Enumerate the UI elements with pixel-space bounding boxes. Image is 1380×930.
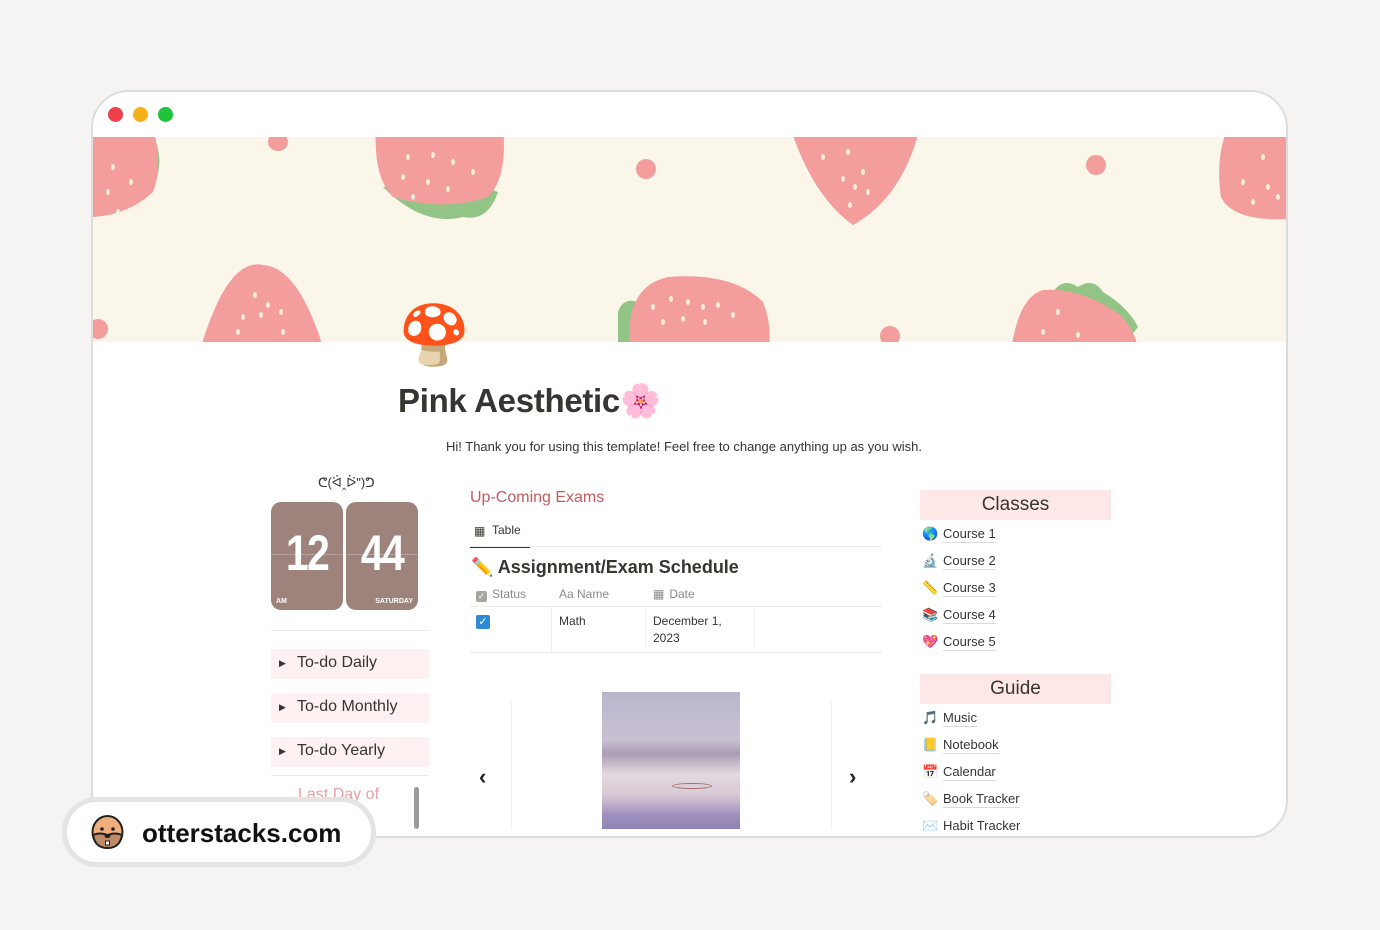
notebook-icon: 📒 bbox=[922, 737, 939, 752]
clock-minute: 44 bbox=[360, 525, 405, 581]
watermark-text: otterstacks.com bbox=[142, 818, 342, 848]
toggle-label: To-do Daily bbox=[297, 654, 378, 671]
tab-label: Table bbox=[492, 523, 521, 537]
toggle-label: To-do Yearly bbox=[297, 742, 386, 759]
column-divider bbox=[645, 606, 646, 652]
column-divider bbox=[754, 606, 755, 652]
toggle-label: To-do Monthly bbox=[297, 698, 398, 715]
title-bar bbox=[93, 92, 1286, 137]
globe-icon: 🌎 bbox=[922, 526, 939, 541]
classes-heading: Classes bbox=[920, 490, 1111, 520]
ruler-icon: 📏 bbox=[922, 580, 939, 595]
link-calendar[interactable]: 📅 Calendar bbox=[922, 764, 996, 781]
calendar-icon: ▦ bbox=[653, 587, 665, 601]
gallery-image-clouds[interactable] bbox=[602, 692, 740, 829]
minimize-window-button[interactable] bbox=[133, 107, 148, 122]
cover-image bbox=[93, 137, 1286, 342]
zoom-window-button[interactable] bbox=[158, 107, 173, 122]
strawberry-pattern bbox=[93, 137, 1286, 342]
kaomoji: ᕦ(ᐛ‸ᐖ")ᕤ bbox=[318, 475, 375, 490]
close-window-button[interactable] bbox=[108, 107, 123, 122]
books-icon: 📚 bbox=[922, 607, 939, 622]
link-music[interactable]: 🎵 Music bbox=[922, 710, 977, 727]
clock-period: AM bbox=[276, 598, 287, 605]
image-detail bbox=[672, 783, 712, 789]
watermark-badge: otterstacks.com bbox=[62, 797, 376, 867]
table-icon: ▦ bbox=[474, 524, 486, 538]
tab-table-view[interactable]: ▦ Table bbox=[470, 520, 530, 548]
page-title: Pink Aesthetic🌸 bbox=[398, 382, 661, 419]
column-divider bbox=[551, 606, 552, 652]
triangle-right-icon[interactable]: ▶ bbox=[279, 658, 286, 669]
toggle-todo-yearly[interactable]: ▶ To-do Yearly bbox=[271, 737, 430, 767]
link-course-3[interactable]: 📏 Course 3 bbox=[922, 580, 996, 597]
calendar-icon: 📅 bbox=[922, 764, 939, 779]
toggle-todo-daily[interactable]: ▶ To-do Daily bbox=[271, 649, 430, 679]
triangle-right-icon[interactable]: ▶ bbox=[279, 702, 286, 713]
envelope-icon: ✉️ bbox=[922, 818, 939, 832]
browser-window: 🍄 Pink Aesthetic🌸 Hi! Thank you for usin… bbox=[91, 90, 1288, 838]
cell-date[interactable]: December 1, 2023 bbox=[653, 613, 743, 647]
link-habit-tracker[interactable]: ✉️ Habit Tracker bbox=[922, 818, 1021, 832]
microscope-icon: 🔬 bbox=[922, 553, 939, 568]
page-icon-mushroom[interactable]: 🍄 bbox=[398, 307, 470, 365]
clock-hour-card: 12 AM bbox=[271, 502, 343, 610]
link-notebook[interactable]: 📒 Notebook bbox=[922, 737, 999, 754]
link-book-tracker[interactable]: 🏷️ Book Tracker bbox=[922, 791, 1020, 808]
clock-day: SATURDAY bbox=[375, 598, 413, 605]
link-course-4[interactable]: 📚 Course 4 bbox=[922, 607, 996, 624]
clock-hour: 12 bbox=[285, 525, 330, 581]
divider bbox=[271, 775, 430, 776]
table-bottom-divider bbox=[470, 652, 882, 653]
toggle-todo-monthly[interactable]: ▶ To-do Monthly bbox=[271, 693, 430, 723]
gallery-next-button[interactable]: › bbox=[849, 764, 856, 790]
tag-icon: 🏷️ bbox=[922, 791, 939, 806]
cell-name[interactable]: Math bbox=[559, 613, 586, 630]
flip-clock-widget: 12 AM 44 SATURDAY bbox=[271, 502, 419, 612]
intro-text: Hi! Thank you for using this template! F… bbox=[446, 439, 922, 454]
link-course-1[interactable]: 🌎 Course 1 bbox=[922, 526, 996, 543]
database-title[interactable]: ✏️ Assignment/Exam Schedule bbox=[471, 557, 739, 578]
gallery-edge bbox=[831, 700, 832, 830]
link-course-5[interactable]: 💖 Course 5 bbox=[922, 634, 996, 651]
triangle-right-icon[interactable]: ▶ bbox=[279, 746, 286, 757]
gallery-edge bbox=[511, 700, 512, 830]
guide-heading: Guide bbox=[920, 674, 1111, 704]
gallery-prev-button[interactable]: ‹ bbox=[479, 764, 486, 790]
scrollbar-thumb[interactable] bbox=[414, 787, 419, 829]
divider bbox=[271, 630, 430, 631]
column-header-date[interactable]: ▦ Date bbox=[653, 587, 695, 601]
music-note-icon: 🎵 bbox=[922, 710, 939, 725]
upcoming-exams-heading: Up-Coming Exams bbox=[470, 489, 605, 506]
status-checkbox[interactable]: ✓ bbox=[476, 615, 490, 629]
clock-minute-card: 44 SATURDAY bbox=[346, 502, 418, 610]
table-header-divider bbox=[470, 606, 882, 607]
divider bbox=[470, 546, 882, 547]
column-header-name[interactable]: Aa Name bbox=[559, 587, 609, 601]
checkbox-icon: ✓ bbox=[476, 591, 487, 602]
otter-logo-icon bbox=[91, 815, 124, 849]
column-header-status[interactable]: ✓ Status bbox=[476, 587, 526, 602]
link-course-2[interactable]: 🔬 Course 2 bbox=[922, 553, 996, 570]
sparkling-heart-icon: 💖 bbox=[922, 634, 939, 649]
